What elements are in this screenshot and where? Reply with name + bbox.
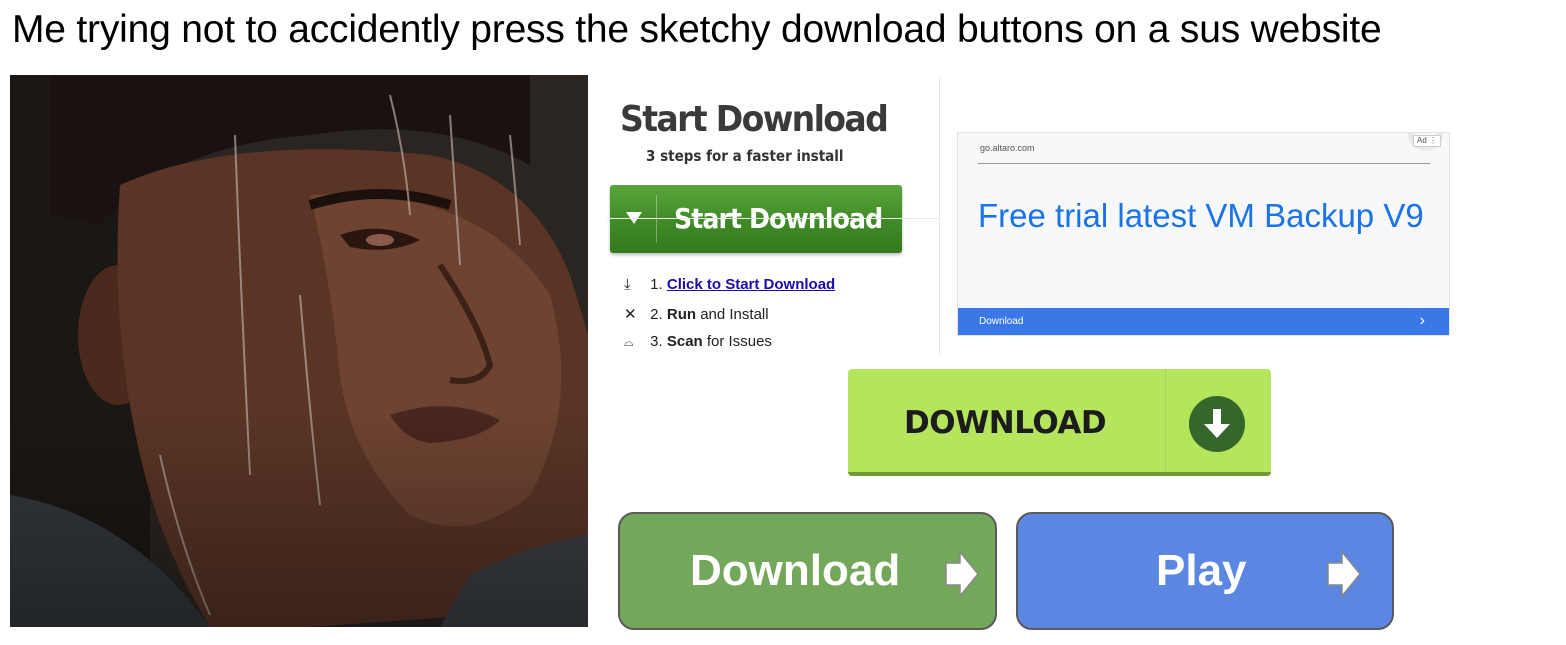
step-bold: Scan [666, 333, 703, 350]
step-item: ⌓ 3. Scan for Issues [624, 333, 772, 350]
play-button[interactable]: Play [1016, 512, 1394, 630]
ad-banner[interactable]: altaro go.altaro.com Ad ⋮ Free trial lat… [957, 132, 1450, 336]
step-text: for Issues [702, 333, 772, 350]
chevron-right-icon: › [1419, 312, 1425, 329]
lime-download-button[interactable]: DOWNLOAD [848, 369, 1271, 476]
ad-badge[interactable]: Ad ⋮ [1412, 135, 1441, 147]
panel-subtitle: 3 steps for a faster install [646, 147, 844, 165]
tools-icon: ✕ [624, 306, 637, 323]
step-number: 3. [650, 333, 663, 350]
green-download-button[interactable]: Download [618, 512, 997, 630]
arrow-right-icon [945, 549, 979, 599]
lime-download-label: DOWNLOAD [904, 405, 1107, 441]
divider-line [606, 218, 940, 219]
button-divider [1165, 369, 1166, 472]
meme-caption: Me trying not to accidently press the sk… [12, 8, 1382, 51]
panel-title: Start Download [620, 99, 889, 140]
fake-download-panel: Start Download 3 steps for a faster inst… [606, 77, 940, 355]
arrow-right-icon [1327, 549, 1361, 599]
green-download-label: Download [690, 546, 901, 595]
sweating-man-photo [10, 75, 588, 627]
step-number: 2. [650, 306, 663, 323]
ad-cta-bar[interactable]: Download › [958, 308, 1449, 335]
step-number: 1. [650, 276, 663, 293]
ad-url: go.altaro.com [980, 143, 1035, 153]
scan-icon: ⌓ [624, 335, 634, 349]
download-icon: ⤓ [624, 276, 631, 293]
download-arrow-icon [1189, 396, 1245, 452]
ad-divider [978, 163, 1430, 164]
start-download-button[interactable]: Start Download [610, 185, 902, 253]
start-download-link[interactable]: Click to Start Download [667, 276, 835, 293]
step-text: and Install [696, 306, 769, 323]
ad-cta-label: Download [979, 316, 1024, 327]
step-bold: Run [666, 306, 697, 323]
step-item: ⤓ 1. Click to Start Download [624, 276, 835, 293]
play-label: Play [1156, 546, 1247, 595]
button-divider [656, 195, 657, 243]
ad-headline[interactable]: Free trial latest VM Backup V9 [978, 195, 1428, 237]
step-item: ✕ 2. Run and Install [624, 305, 769, 323]
